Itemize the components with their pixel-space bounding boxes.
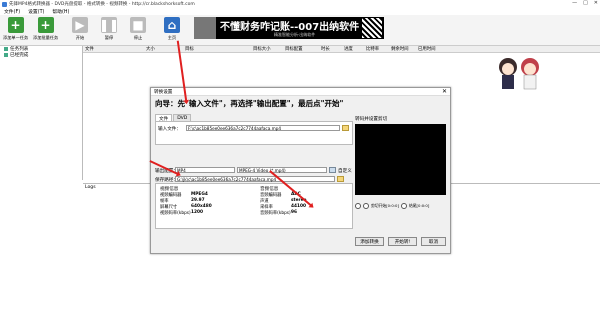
media-info-box: 视频信息 视频编码器 MPEG4 帧率 29.97 屏幕尺寸 640x480 视频码率… — [155, 183, 353, 229]
title-bar: 先锋MP4格式转换器 - DVD光盘提取 - 格式转换 - 视频转换 - htt… — [0, 0, 600, 8]
col-target-size[interactable]: 目标大小 — [253, 46, 285, 52]
col-duration[interactable]: 时长 — [321, 46, 344, 52]
col-target-profile[interactable]: 目标配置 — [285, 46, 321, 52]
col-remaining[interactable]: 剩余时间 — [391, 46, 418, 52]
mascot-illustration — [499, 58, 539, 90]
settings-icon[interactable] — [329, 167, 336, 173]
play-radio[interactable] — [355, 203, 361, 209]
cut-end-label: 结尾[0:0:0] — [408, 203, 430, 208]
start-convert-button[interactable]: 开始转! — [388, 237, 417, 246]
input-file-label: 输入文件： — [158, 127, 181, 132]
home-icon: ⌂ — [164, 17, 180, 33]
cut-end-radio[interactable] — [400, 203, 407, 209]
conversion-settings-dialog: 转换设置 ✕ 向导：先"输入文件"，再选择"输出配置"，最后点"开始" 文件 D… — [150, 87, 451, 254]
col-elapsed[interactable]: 已用时间 — [418, 46, 446, 52]
add-batch-label: 添加批量任务 — [33, 35, 59, 40]
menu-help[interactable]: 帮助(H) — [52, 8, 69, 15]
pause-label: 暂停 — [104, 35, 114, 40]
folder-icon — [4, 47, 8, 51]
col-target[interactable]: 目标 — [185, 46, 253, 52]
close-button[interactable]: ✕ — [594, 0, 598, 6]
window-title: 先锋MP4格式转换器 - DVD光盘提取 - 格式转换 - 视频转换 - htt… — [9, 2, 195, 7]
home-label: 主页 — [167, 35, 177, 40]
menu-bar: 文件(F) 设置(T) 帮助(H) — [0, 8, 600, 15]
maximize-button[interactable]: □ — [583, 0, 588, 6]
close-icon[interactable]: ✕ — [442, 88, 447, 95]
start-label: 开始 — [75, 35, 85, 40]
cut-start-radio[interactable] — [363, 203, 369, 209]
stop-icon: ■ — [130, 17, 146, 33]
file-tab-panel: 输入文件： F:\c\ac1b85ee0ee636a7c2c7744aafaca… — [155, 121, 353, 145]
banner-avatar — [194, 17, 216, 39]
menu-file[interactable]: 文件(F) — [4, 8, 20, 15]
tree-item-label: 已经完成 — [10, 53, 29, 58]
minimize-button[interactable]: — — [572, 0, 577, 6]
file-list-header: 文件 大小 目标 目标大小 目标配置 时长 进度 比特率 剩余时间 已用时间 — [83, 46, 600, 53]
window-controls: — □ ✕ — [572, 0, 598, 6]
app-icon — [2, 1, 7, 7]
task-tree: 任务列表 已经完成 — [0, 46, 83, 180]
stop-button[interactable]: ■ 停止 — [130, 17, 146, 41]
folder-icon[interactable] — [342, 125, 349, 131]
col-bitrate[interactable]: 比特率 — [366, 46, 391, 52]
start-button[interactable]: ▶ 开始 — [72, 17, 88, 41]
play-icon: ▶ — [72, 17, 88, 33]
add-task-dialog-button[interactable]: 添加转换 — [355, 237, 384, 246]
plus-icon: + — [7, 17, 24, 33]
preview-controls: 剪切开始[0:0:0] 结尾[0:0:0] — [355, 202, 446, 210]
preview-label: 转码并设置剪切 — [355, 117, 388, 122]
save-path-field[interactable]: G:\jk\c\ac1b85ee0ee636a7c2c7744aafaca.mp… — [175, 176, 335, 182]
audio-info-row: 音频码率(kbps) 96 — [260, 210, 297, 216]
custom-button[interactable]: 自定义 — [338, 168, 352, 174]
ad-banner[interactable]: 不懂财务咋记账--007出纳软件 精准智能分析·出纳软件 — [194, 17, 384, 39]
batch-add-icon: + — [37, 17, 54, 33]
menu-settings[interactable]: 设置(T) — [28, 8, 44, 15]
qr-code — [362, 18, 382, 38]
cut-start-label: 剪切开始[0:0:0] — [371, 203, 399, 208]
home-button[interactable]: ⌂ 主页 — [164, 17, 180, 41]
video-info-row: 视频码率(kbps) 1200 — [160, 210, 203, 216]
add-task-label: 添加单一任务 — [3, 35, 29, 40]
output-format-select[interactable]: MP4 — [175, 167, 235, 173]
add-batch-button[interactable]: + 添加批量任务 — [33, 17, 58, 41]
check-icon — [4, 53, 8, 57]
col-file[interactable]: 文件 — [83, 46, 146, 52]
stop-label: 停止 — [133, 35, 143, 40]
banner-subtext: 精准智能分析·出纳软件 — [274, 32, 316, 37]
input-file-field[interactable]: F:\c\ac1b85ee0ee636a7c2c7744aafaca.mp4 — [186, 125, 340, 131]
dialog-title: 转换设置 — [151, 88, 450, 96]
output-preset-select[interactable]: MPEG-4 Video (*.mp4) — [237, 167, 327, 173]
pause-button[interactable]: ❚❚ 暂停 — [98, 17, 120, 41]
folder-icon[interactable] — [337, 176, 344, 182]
pause-icon: ❚❚ — [98, 17, 120, 33]
cancel-button[interactable]: 取消 — [421, 237, 446, 246]
tree-item-completed[interactable]: 已经完成 — [0, 52, 82, 58]
col-progress[interactable]: 进度 — [344, 46, 366, 52]
video-preview[interactable] — [355, 124, 446, 195]
add-task-button[interactable]: + 添加单一任务 — [3, 17, 28, 41]
